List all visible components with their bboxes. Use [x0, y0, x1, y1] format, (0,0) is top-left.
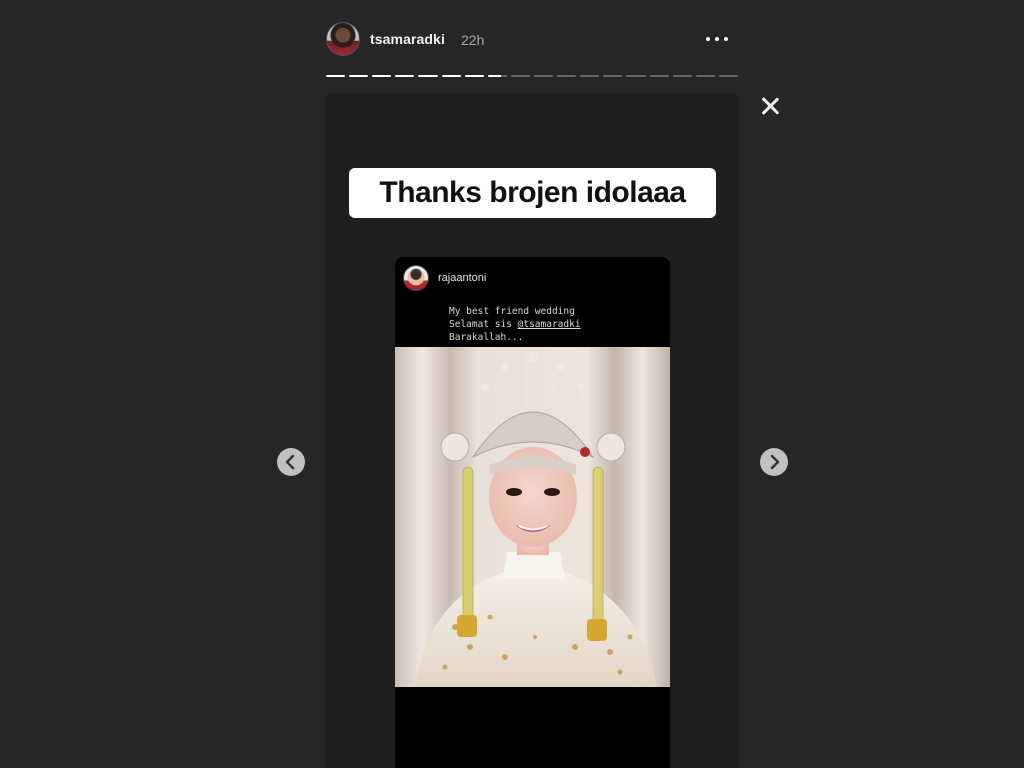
- chevron-left-icon: [285, 454, 295, 470]
- story-progress-bar: [326, 75, 738, 78]
- post-photo: [395, 347, 670, 687]
- story-frame[interactable]: Thanks brojen idolaaa rajaantoni My best…: [326, 94, 738, 768]
- progress-segment: [464, 75, 484, 77]
- progress-segment: [626, 75, 646, 77]
- more-options-button[interactable]: [704, 28, 730, 48]
- post-caption-line3: Barakallah...: [449, 332, 524, 343]
- progress-segment: [649, 75, 669, 77]
- post-caption-mention[interactable]: @tsamaradki: [518, 319, 581, 330]
- progress-segment: [510, 75, 530, 77]
- progress-segment-fill: [441, 75, 461, 77]
- progress-segment: [533, 75, 554, 77]
- progress-segment-fill: [326, 75, 346, 77]
- progress-segment: [718, 75, 738, 77]
- previous-story-button[interactable]: [277, 448, 305, 476]
- progress-segment: [349, 75, 369, 77]
- progress-segment: [580, 75, 600, 77]
- more-horizontal-icon: [706, 37, 710, 41]
- progress-segment: [603, 75, 623, 77]
- progress-segment: [672, 75, 692, 77]
- progress-segment-fill: [372, 75, 392, 77]
- post-avatar[interactable]: [403, 265, 429, 291]
- progress-segment: [395, 75, 415, 77]
- progress-segment-fill: [464, 75, 484, 77]
- progress-segment: [695, 75, 715, 77]
- post-caption-line1: My best friend wedding: [449, 306, 575, 317]
- shared-post[interactable]: rajaantoni My best friend wedding Selama…: [395, 257, 670, 768]
- progress-segment: [441, 75, 461, 77]
- next-story-button[interactable]: [760, 448, 788, 476]
- progress-segment: [557, 75, 577, 77]
- close-button[interactable]: [757, 93, 783, 119]
- progress-segment: [372, 75, 392, 77]
- post-caption-line2: Selamat sis: [449, 319, 518, 330]
- bride-photo-illustration: [395, 347, 670, 687]
- story-timestamp: 22h: [461, 32, 485, 48]
- progress-segment-fill: [418, 75, 438, 77]
- progress-segment: [418, 75, 438, 77]
- story-username[interactable]: tsamaradki: [370, 31, 445, 47]
- chevron-right-icon: [770, 454, 780, 470]
- more-dot: [724, 37, 728, 41]
- caption-sticker: Thanks brojen idolaaa: [349, 168, 716, 218]
- progress-segment: [487, 75, 507, 77]
- more-dot: [715, 37, 719, 41]
- post-username[interactable]: rajaantoni: [438, 272, 486, 284]
- story-header: tsamaradki 22h: [326, 20, 738, 60]
- avatar[interactable]: [326, 22, 360, 56]
- progress-segment-fill: [349, 75, 369, 77]
- story-viewer: tsamaradki 22h Thanks brojen idolaaa raj…: [0, 0, 1024, 768]
- progress-segment-fill: [487, 75, 502, 77]
- progress-segment: [326, 75, 346, 77]
- post-caption: My best friend wedding Selamat sis @tsam…: [449, 305, 581, 344]
- progress-segment-fill: [395, 75, 415, 77]
